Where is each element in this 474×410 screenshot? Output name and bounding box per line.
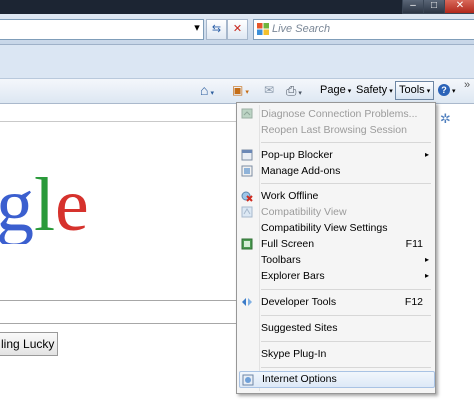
menu-item-work-offline[interactable]: Work Offline	[239, 188, 433, 204]
search-box[interactable]: Live Search	[253, 19, 474, 40]
minimize-button[interactable]: –	[402, 0, 424, 14]
menu-item-label: Manage Add-ons	[261, 165, 341, 177]
menu-item-shortcut: F12	[404, 296, 423, 308]
menu-item-label: Full Screen	[261, 238, 315, 250]
refresh-icon: ⇆	[211, 23, 222, 35]
print-icon: ⎙	[286, 83, 297, 98]
diagnose-icon	[241, 108, 253, 119]
stop-button[interactable]: ✕	[227, 19, 248, 40]
menu-item-popup-blocker[interactable]: Pop-up Blocker ▸	[239, 147, 433, 163]
home-button[interactable]: ⌂ ▾	[200, 82, 214, 99]
mail-icon: ✉	[264, 83, 275, 97]
menu-item-manage-addons[interactable]: Manage Add-ons	[239, 163, 433, 179]
menu-item-toolbars[interactable]: Toolbars ▸	[239, 252, 433, 268]
menu-separator	[261, 315, 431, 316]
menu-item-label: Pop-up Blocker	[261, 149, 333, 161]
tools-menu: Diagnose Connection Problems... Reopen L…	[236, 102, 436, 394]
menu-item-label: Toolbars	[261, 254, 301, 266]
command-bar: ⌂ ▾ ▣ ▾ ✉ ⎙ ▾ Page ▾ Safety ▾ Tools ▾ ? ▾ »	[0, 79, 474, 104]
menu-item-skype-plugin[interactable]: Skype Plug-In	[239, 346, 433, 362]
chevron-down-icon: ▾	[298, 90, 302, 97]
logo-letter-e: e	[55, 174, 89, 244]
divider	[0, 121, 236, 122]
menu-item-label: Internet Options	[262, 373, 337, 385]
popup-blocker-icon	[241, 149, 253, 161]
menu-item-internet-options[interactable]: Internet Options	[239, 371, 435, 388]
search-placeholder: Live Search	[272, 23, 331, 35]
tools-menu-button[interactable]: Tools ▾	[395, 81, 435, 100]
refresh-button[interactable]: ⇆	[206, 19, 227, 40]
chevron-down-icon: ▾	[245, 89, 249, 96]
submenu-arrow-icon: ▸	[424, 150, 429, 159]
windows-live-icon	[257, 23, 269, 35]
menu-separator	[261, 367, 431, 368]
logo-letter-g: g	[0, 174, 34, 244]
menu-item-label: Developer Tools	[261, 296, 337, 308]
address-input[interactable]	[0, 19, 204, 40]
menu-item-compatibility-view[interactable]: Compatibility View	[239, 204, 433, 220]
menu-item-label: Suggested Sites	[261, 322, 338, 334]
safety-menu-button[interactable]: Safety ▾	[356, 82, 393, 99]
feeds-icon: ▣	[232, 83, 244, 97]
menu-item-compatibility-view-settings[interactable]: Compatibility View Settings	[239, 220, 433, 236]
menu-item-label: Compatibility View	[261, 206, 347, 218]
restore-button[interactable]: □	[423, 0, 445, 14]
menu-separator	[261, 142, 431, 143]
menu-separator	[261, 341, 431, 342]
submenu-arrow-icon: ▸	[424, 255, 429, 264]
tools-menu-label: Tools	[399, 84, 425, 96]
chevron-down-icon: ▾	[347, 88, 352, 95]
menu-item-diagnose-connection[interactable]: Diagnose Connection Problems...	[239, 106, 433, 122]
chevron-down-icon: ▾	[210, 90, 214, 97]
menu-item-label: Skype Plug-In	[261, 348, 327, 360]
tab-row	[0, 45, 474, 79]
close-button[interactable]: ✕	[444, 0, 474, 14]
home-icon: ⌂	[200, 82, 209, 98]
menu-item-label: Compatibility View Settings	[261, 222, 388, 234]
menu-separator	[261, 183, 431, 184]
menu-item-label: Work Offline	[261, 190, 319, 202]
chevron-down-icon: ▾	[426, 88, 431, 95]
command-bar-overflow-button[interactable]: »	[464, 77, 470, 94]
menu-item-suggested-sites[interactable]: Suggested Sites	[239, 320, 433, 336]
print-button[interactable]: ⎙ ▾	[286, 82, 302, 99]
stop-icon: ✕	[232, 23, 243, 35]
menu-item-developer-tools[interactable]: Developer Tools F12	[239, 294, 433, 310]
menu-item-explorer-bars[interactable]: Explorer Bars ▸	[239, 268, 433, 284]
chevron-down-icon: ▾	[194, 22, 200, 34]
menu-separator	[261, 289, 431, 290]
google-search-input[interactable]	[0, 300, 237, 324]
developer-tools-icon	[242, 298, 252, 306]
feeling-lucky-button[interactable]: ling Lucky	[0, 332, 58, 356]
overflow-icon: »	[464, 79, 471, 91]
page-menu-button[interactable]: Page ▾	[320, 82, 351, 99]
compatibility-icon	[241, 206, 253, 218]
help-icon: ?	[438, 84, 450, 96]
gear-icon[interactable]: ✲	[440, 112, 453, 125]
title-bar: – □ ✕	[0, 0, 474, 14]
fullscreen-icon	[241, 238, 253, 250]
address-dropdown-button[interactable]: ▾	[190, 19, 204, 38]
submenu-arrow-icon: ▸	[424, 271, 429, 280]
work-offline-icon	[241, 191, 253, 202]
page-menu-label: Page	[320, 84, 346, 96]
chevron-down-icon: ▾	[452, 88, 456, 95]
menu-item-reopen-last-session[interactable]: Reopen Last Browsing Session	[239, 122, 433, 138]
chevron-down-icon: ▾	[389, 88, 393, 95]
google-logo: g l e	[0, 174, 110, 244]
menu-item-full-screen[interactable]: Full Screen F11	[239, 236, 433, 252]
menu-item-shortcut: F11	[405, 238, 423, 250]
help-button[interactable]: ? ▾	[438, 82, 456, 99]
feeds-button[interactable]: ▣ ▾	[232, 82, 249, 99]
internet-options-icon	[242, 374, 254, 386]
address-row: ▾ ⇆ ✕ Live Search	[0, 14, 474, 45]
menu-item-label: Diagnose Connection Problems...	[261, 108, 418, 120]
menu-item-label: Reopen Last Browsing Session	[261, 124, 407, 136]
read-mail-button[interactable]: ✉	[264, 82, 274, 99]
menu-item-label: Explorer Bars	[261, 270, 325, 282]
safety-menu-label: Safety	[356, 84, 388, 96]
logo-letter-l: l	[34, 174, 56, 244]
addons-icon	[241, 165, 253, 177]
